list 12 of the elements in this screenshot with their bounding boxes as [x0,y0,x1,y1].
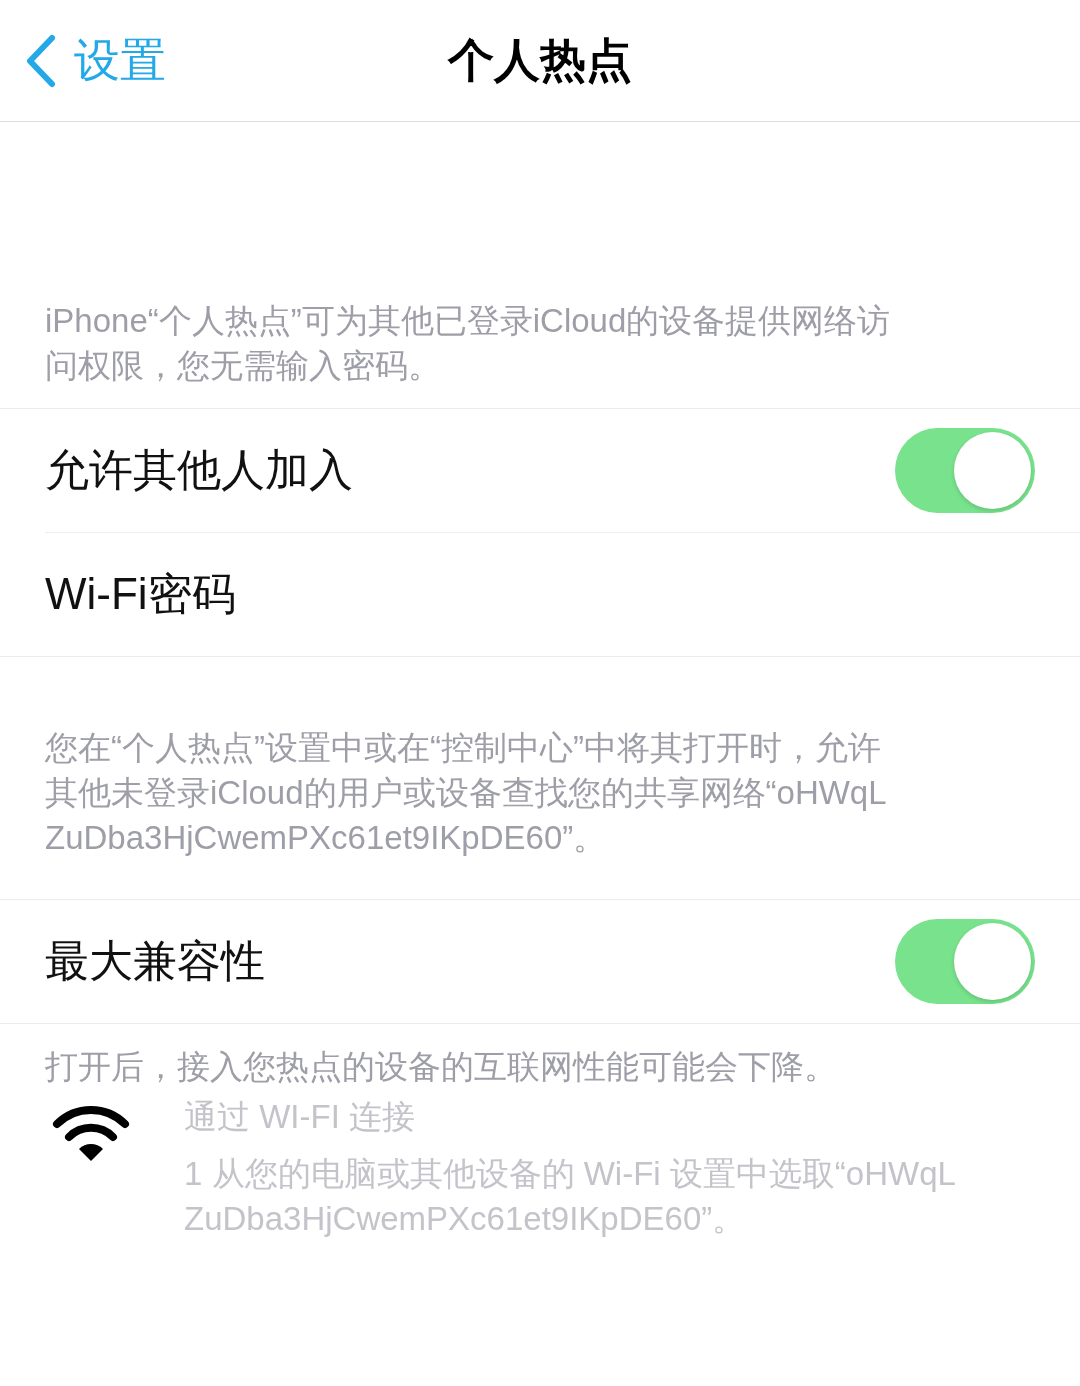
instruction-text: 1 从您的电脑或其他设备的 Wi-Fi 设置中选取“oHWqL ZuDba3HjCwemPXc61et9IKpDE60”。 [184,1154,956,1239]
footer-text: iPhone“个人热点”可为其他已登录iCloud的设备提供网络访 问权限，您无需输入密码。 [45,301,891,386]
footer-text: 打开后，接入您热点的设备的互联网性能可能会下降。 [45,1047,837,1087]
setting-label: 最大兼容性 [45,935,265,987]
section-title: 通过 WI-FI 连接 [184,1097,416,1137]
footer-text: 您在“个人热点”设置中或在“控制中心”中将其打开时，允许 其他未登录iCloud的用户或设备查找您的共享网络“oHWqL ZuDba3HjCwemPXc61et9IKpDE60”。 [45,728,887,858]
settings-row[interactable]: Wi-Fi密码 [45,532,1080,656]
wifi-icon [52,1104,130,1164]
setting-label: 允许其他人加入 [45,444,353,496]
page-title: 个人热点 [448,33,632,86]
chevron-icon [24,33,56,88]
setting-label: Wi-Fi密码 [45,568,236,620]
